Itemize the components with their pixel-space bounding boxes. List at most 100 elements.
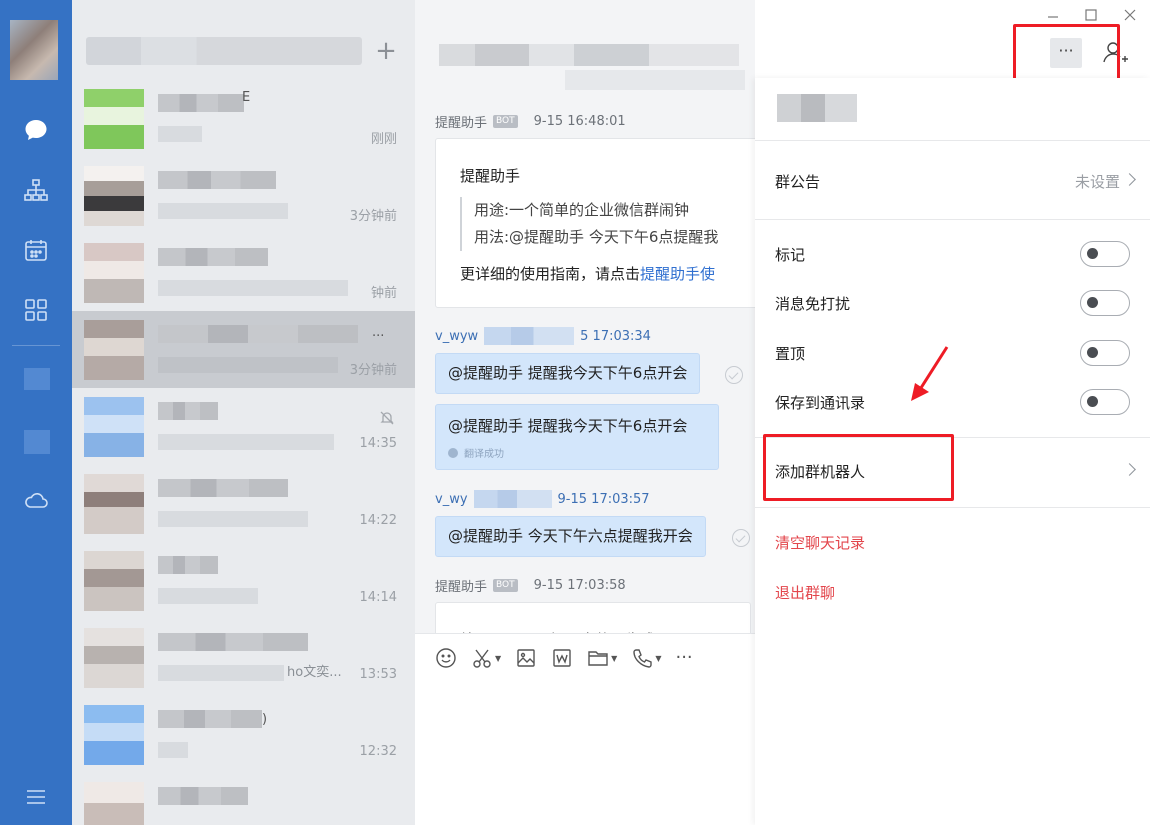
translate-status-text: 翻译成功 — [464, 449, 504, 460]
conversation-item[interactable]: 14:35 — [72, 388, 415, 465]
sender-name[interactable]: v_wyw — [435, 329, 478, 344]
conversation-time: 12:32 — [359, 744, 397, 759]
blurred-icon[interactable] — [24, 430, 50, 454]
conversation-item[interactable]: E 刚刚 — [72, 80, 415, 157]
conversation-avatar — [84, 320, 144, 380]
conversation-item[interactable]: ... 3分钟前 — [72, 311, 415, 388]
conversation-item[interactable]: ho文奕... 13:53 — [72, 619, 415, 696]
conversation-preview — [158, 126, 202, 142]
conversation-avatar — [84, 705, 144, 765]
conversation-preview — [158, 742, 188, 758]
conversation-item[interactable]: 14:14 — [72, 542, 415, 619]
mark-toggle[interactable] — [1080, 241, 1130, 267]
usage-line: 用途:一个简单的企业微信群闹钟 — [474, 201, 690, 219]
conversation-list: + E 刚刚 3分钟前 钟前 ... 3分钟前 14:35 14:22 14:1… — [72, 0, 415, 825]
folder-icon — [588, 651, 608, 666]
chat-icon[interactable] — [0, 110, 72, 150]
toggle-knob — [1087, 297, 1098, 308]
message-bubble[interactable]: @提醒助手 提醒我今天下午6点开会 — [435, 353, 701, 394]
conversation-preview — [158, 665, 284, 681]
caret-down-icon[interactable]: ▼ — [655, 654, 661, 663]
toggle-label: 保存到通讯录 — [775, 394, 866, 412]
conversation-name — [158, 171, 276, 189]
caret-down-icon[interactable]: ▼ — [611, 654, 617, 663]
document-button[interactable] — [551, 647, 573, 669]
image-button[interactable] — [515, 647, 537, 669]
panel-divider — [755, 140, 1150, 141]
add-button[interactable]: + — [372, 36, 400, 66]
read-check-icon — [732, 529, 750, 547]
sender-name[interactable]: v_wy — [435, 492, 468, 507]
clear-history-row[interactable]: 清空聊天记录 — [755, 519, 1150, 565]
message-time: 5 17:03:34 — [580, 328, 651, 344]
conversation-name — [158, 556, 218, 574]
bot-badge: BOT — [493, 115, 518, 128]
close-icon — [1124, 9, 1136, 21]
more-tools-button[interactable]: ··· — [675, 647, 692, 669]
conversation-name-tail: ... — [372, 325, 385, 340]
guide-line: 更详细的使用指南，请点击提醒助手使 — [460, 263, 715, 284]
image-icon — [517, 649, 535, 667]
calendar-icon[interactable] — [0, 230, 72, 270]
bot-message-card[interactable]: 提醒助手 用途:一个简单的企业微信群闹钟 用法:@提醒助手 今天下午6点提醒我 … — [435, 138, 765, 308]
org-chart-icon[interactable] — [0, 170, 72, 210]
leave-group-row[interactable]: 退出群聊 — [755, 569, 1150, 615]
conversation-item[interactable]: ) 12:32 — [72, 696, 415, 773]
leave-group-label: 退出群聊 — [775, 584, 836, 602]
menu-icon[interactable] — [0, 777, 72, 817]
sender-name-blur — [484, 327, 575, 345]
read-check-icon — [725, 366, 743, 384]
message-meta: v_wyw 5 17:03:34 — [435, 327, 651, 345]
conversation-avatar — [84, 243, 144, 303]
announcement-row[interactable]: 群公告 未设置 — [755, 158, 1150, 204]
mute-toggle[interactable] — [1080, 290, 1130, 316]
chat-area: 提醒助手 BOT 9-15 16:48:01 提醒助手 用途:一个简单的企业微信… — [415, 0, 765, 825]
sender-name[interactable]: 提醒助手 — [435, 112, 487, 131]
search-input[interactable] — [86, 37, 362, 65]
card-quote: 用途:一个简单的企业微信群闹钟 用法:@提醒助手 今天下午6点提醒我 — [460, 197, 718, 251]
message-bubble-translated[interactable]: @提醒助手 提醒我今天下午6点开会 翻译成功 — [435, 404, 719, 470]
mute-bell-icon — [380, 411, 394, 425]
conversation-preview — [158, 203, 288, 219]
call-button[interactable]: ▼ — [631, 647, 661, 669]
bot-badge: BOT — [493, 579, 518, 592]
annotation-highlight-box — [763, 434, 954, 501]
method-line: 用法:@提醒助手 今天下午6点提醒我 — [474, 228, 719, 246]
announcement-value: 未设置 — [1074, 173, 1120, 191]
toggle-label: 消息免打扰 — [775, 295, 851, 313]
success-check-icon — [448, 447, 458, 458]
emoji-button[interactable] — [435, 647, 457, 669]
user-avatar[interactable] — [10, 20, 58, 80]
pin-toggle[interactable] — [1080, 340, 1130, 366]
cloud-icon[interactable] — [0, 480, 72, 520]
conversation-name — [158, 94, 244, 112]
rail-divider — [12, 345, 60, 346]
sender-name[interactable]: 提醒助手 — [435, 576, 487, 595]
message-meta: v_wy 9-15 17:03:57 — [435, 490, 650, 508]
conversation-avatar — [84, 551, 144, 611]
chevron-right-icon — [1123, 463, 1136, 476]
save-contacts-toggle[interactable] — [1080, 389, 1130, 415]
conversation-item[interactable]: 钟前 — [72, 234, 415, 311]
guide-link[interactable]: 提醒助手使 — [640, 265, 715, 283]
apps-grid-icon[interactable] — [0, 290, 72, 330]
caret-down-icon[interactable]: ▼ — [495, 654, 501, 663]
group-name[interactable] — [777, 94, 857, 122]
conversation-name-tail: E — [242, 90, 251, 105]
panel-divider — [755, 219, 1150, 220]
translate-status: 翻译成功 — [448, 445, 504, 460]
conversation-name — [158, 325, 358, 343]
conversation-avatar — [84, 397, 144, 457]
conversation-item[interactable]: 14:22 — [72, 465, 415, 542]
conversation-time: 14:22 — [359, 513, 397, 528]
conversation-name — [158, 402, 218, 420]
chat-subtitle — [565, 70, 745, 90]
conversation-item[interactable] — [72, 773, 415, 825]
screenshot-button[interactable]: ▼ — [471, 647, 501, 669]
folder-button[interactable]: ▼ — [587, 647, 617, 669]
message-time: 9-15 17:03:57 — [557, 491, 650, 507]
conversation-avatar — [84, 89, 144, 149]
blurred-icon[interactable] — [24, 368, 50, 390]
message-bubble[interactable]: @提醒助手 今天下午六点提醒我开会 — [435, 516, 706, 557]
conversation-item[interactable]: 3分钟前 — [72, 157, 415, 234]
